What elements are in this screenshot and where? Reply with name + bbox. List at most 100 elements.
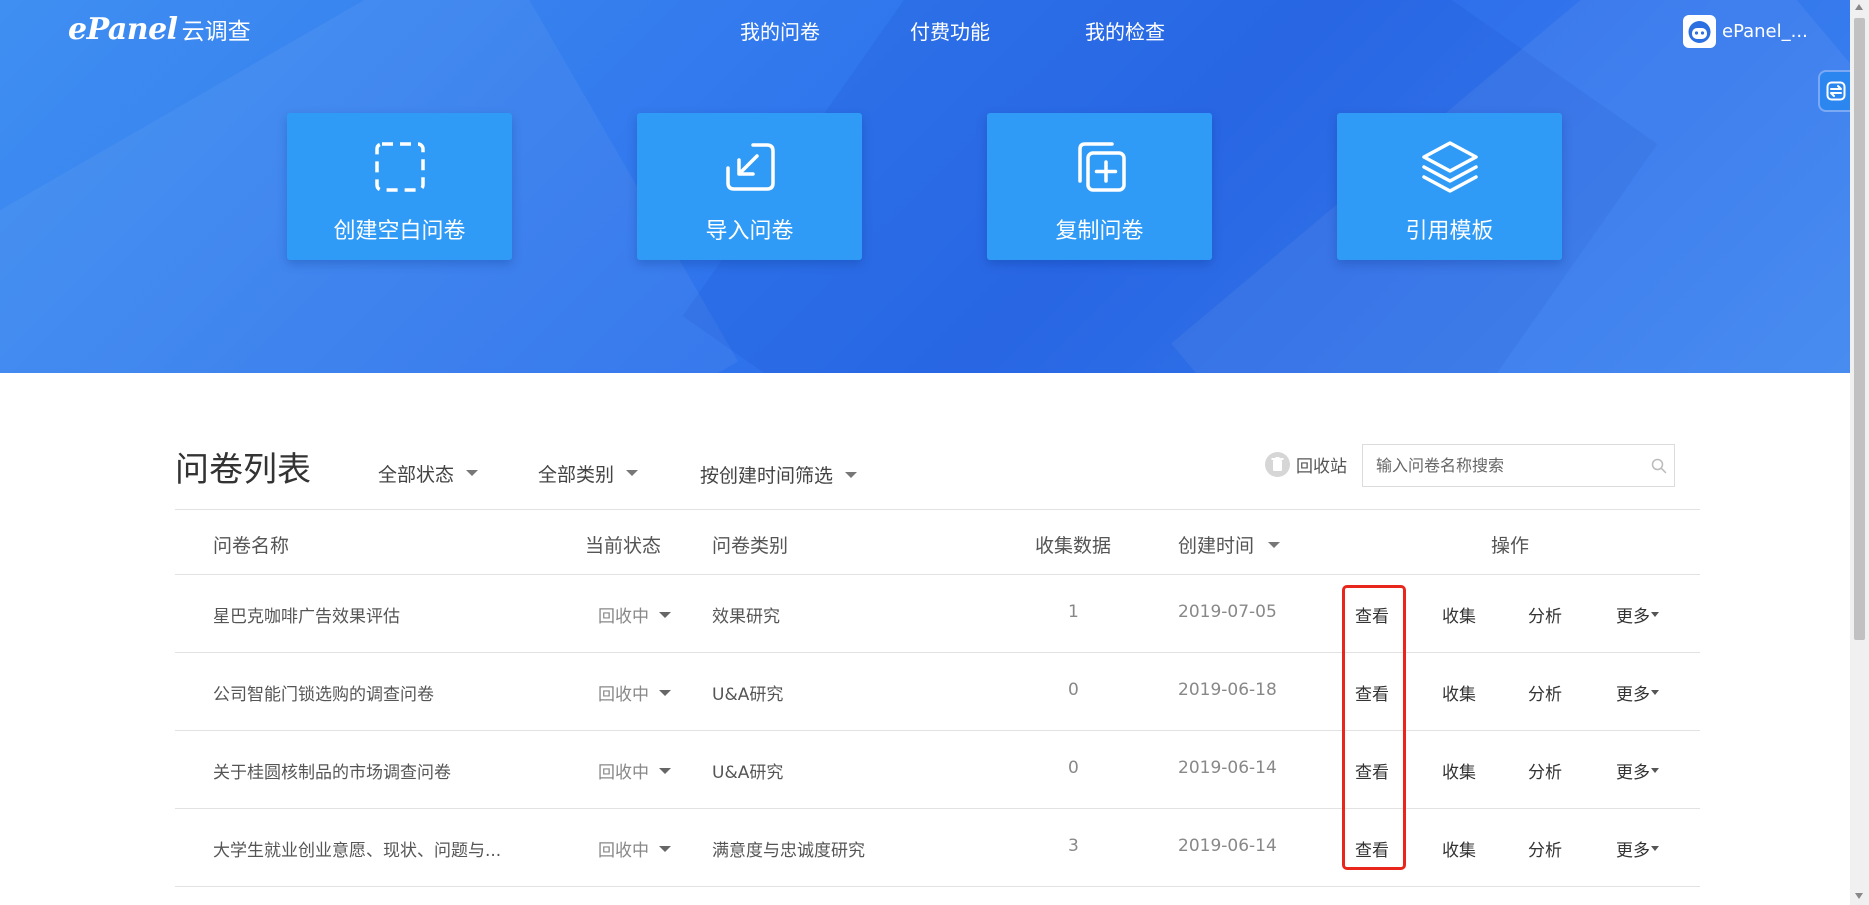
status-dropdown[interactable]: 回收中 [598, 680, 671, 705]
survey-name[interactable]: 公司智能门锁选购的调查问卷 [213, 680, 434, 705]
chevron-down-icon [1651, 690, 1659, 695]
status-dropdown[interactable]: 回收中 [598, 602, 671, 627]
status-dropdown[interactable]: 回收中 [598, 758, 671, 783]
survey-table: 问卷名称 当前状态 问卷类别 收集数据 创建时间 操作 星巴克咖啡广告效果评估 … [175, 509, 1700, 887]
chevron-down-icon [659, 689, 671, 696]
copy-survey-card[interactable]: 复制问卷 [987, 113, 1212, 260]
more-label: 更多 [1616, 763, 1650, 783]
survey-type: U&A研究 [712, 763, 784, 783]
more-menu-button[interactable]: 更多 [1616, 602, 1659, 627]
quick-actions: 创建空白问卷 导入问卷 复制问卷 引用模板 [287, 113, 1562, 260]
collected-count: 3 [1068, 836, 1079, 856]
more-label: 更多 [1616, 607, 1650, 627]
use-template-card[interactable]: 引用模板 [1337, 113, 1562, 260]
chevron-down-icon [845, 471, 858, 478]
col-actions: 操作 [1491, 535, 1530, 557]
recycle-label: 回收站 [1296, 457, 1347, 477]
top-nav: 我的问卷 付费功能 我的检查 [740, 16, 1165, 45]
nav-my-surveys[interactable]: 我的问卷 [740, 16, 820, 45]
col-date: 创建时间 [1178, 535, 1255, 557]
nav-paid-features[interactable]: 付费功能 [910, 16, 990, 45]
filter-status[interactable]: 全部状态 [378, 458, 479, 488]
table-row: 关于桂圆核制品的市场调查问卷 回收中 U&A研究 0 2019-06-14 查看… [175, 731, 1700, 809]
survey-type: 效果研究 [712, 607, 780, 627]
survey-type: U&A研究 [712, 685, 784, 705]
chevron-down-icon [1651, 846, 1659, 851]
sort-down-icon [1268, 541, 1281, 548]
copy-plus-icon [1072, 137, 1128, 197]
card-label: 创建空白问卷 [333, 219, 466, 244]
created-date: 2019-06-14 [1178, 836, 1277, 856]
filter-created-time[interactable]: 按创建时间筛选 [700, 461, 858, 488]
collected-count: 0 [1068, 680, 1079, 700]
status-label: 回收中 [598, 763, 649, 783]
filter-label: 全部类别 [538, 463, 615, 486]
side-float-button[interactable] [1820, 72, 1852, 110]
layers-icon [1420, 137, 1480, 197]
dashed-square-icon [373, 137, 427, 197]
col-status: 当前状态 [585, 535, 662, 557]
status-dropdown[interactable]: 回收中 [598, 836, 671, 861]
user-menu[interactable]: ePanel_... [1683, 15, 1808, 48]
collect-button[interactable]: 收集 [1442, 680, 1476, 705]
survey-name[interactable]: 星巴克咖啡广告效果评估 [213, 602, 400, 627]
logo-cn: 云调查 [181, 19, 251, 45]
view-button[interactable]: 查看 [1355, 602, 1389, 627]
filter-category[interactable]: 全部类别 [538, 458, 639, 488]
chevron-down-icon [659, 845, 671, 852]
status-label: 回收中 [598, 685, 649, 705]
analyze-button[interactable]: 分析 [1528, 758, 1562, 783]
filter-label: 按创建时间筛选 [700, 465, 834, 487]
swap-icon [1826, 81, 1846, 101]
more-label: 更多 [1616, 841, 1650, 861]
chevron-down-icon [626, 470, 639, 476]
table-header: 问卷名称 当前状态 问卷类别 收集数据 创建时间 操作 [175, 509, 1700, 575]
chevron-down-icon [659, 611, 671, 618]
logo[interactable]: ePanel 云调查 [68, 12, 251, 47]
view-button[interactable]: 查看 [1355, 758, 1389, 783]
collected-count: 1 [1068, 602, 1079, 622]
avatar [1683, 15, 1716, 48]
more-menu-button[interactable]: 更多 [1616, 680, 1659, 705]
col-date-sort[interactable]: 创建时间 [1178, 531, 1281, 558]
created-date: 2019-07-05 [1178, 602, 1277, 622]
hero-banner: ePanel 云调查 我的问卷 付费功能 我的检查 ePanel_... 创建空… [0, 0, 1850, 373]
analyze-button[interactable]: 分析 [1528, 680, 1562, 705]
scroll-thumb[interactable] [1854, 18, 1865, 640]
table-row: 大学生就业创业意愿、现状、问题与... 回收中 满意度与忠诚度研究 3 2019… [175, 809, 1700, 887]
survey-name[interactable]: 关于桂圆核制品的市场调查问卷 [213, 758, 451, 783]
more-menu-button[interactable]: 更多 [1616, 836, 1659, 861]
created-date: 2019-06-14 [1178, 758, 1277, 778]
view-button[interactable]: 查看 [1355, 680, 1389, 705]
search-input[interactable] [1363, 445, 1644, 486]
survey-name[interactable]: 大学生就业创业意愿、现状、问题与... [213, 836, 501, 861]
recycle-bin-link[interactable]: 回收站 [1265, 452, 1347, 477]
collect-button[interactable]: 收集 [1442, 836, 1476, 861]
collect-button[interactable]: 收集 [1442, 758, 1476, 783]
scroll-down-icon[interactable] [1855, 893, 1863, 899]
nav-my-checks[interactable]: 我的检查 [1085, 16, 1165, 45]
collected-count: 0 [1068, 758, 1079, 778]
search-icon[interactable] [1644, 458, 1674, 474]
create-blank-survey-card[interactable]: 创建空白问卷 [287, 113, 512, 260]
col-count: 收集数据 [1035, 535, 1112, 557]
status-label: 回收中 [598, 841, 649, 861]
collect-button[interactable]: 收集 [1442, 602, 1476, 627]
chevron-down-icon [466, 470, 479, 476]
logo-brand: ePanel [68, 12, 178, 47]
import-survey-card[interactable]: 导入问卷 [637, 113, 862, 260]
table-row: 星巴克咖啡广告效果评估 回收中 效果研究 1 2019-07-05 查看 收集 … [175, 575, 1700, 653]
created-date: 2019-06-18 [1178, 680, 1277, 700]
survey-type: 满意度与忠诚度研究 [712, 841, 865, 861]
view-button[interactable]: 查看 [1355, 836, 1389, 861]
filter-label: 全部状态 [378, 463, 455, 486]
analyze-button[interactable]: 分析 [1528, 602, 1562, 627]
more-menu-button[interactable]: 更多 [1616, 758, 1659, 783]
search-box [1362, 444, 1675, 487]
chevron-down-icon [1651, 612, 1659, 617]
page-scrollbar[interactable] [1850, 0, 1869, 905]
filter-bar: 全部状态 全部类别 按创建时间筛选 [378, 458, 858, 488]
scroll-up-icon[interactable] [1855, 4, 1863, 10]
page-title: 问卷列表 [175, 450, 311, 490]
analyze-button[interactable]: 分析 [1528, 836, 1562, 861]
